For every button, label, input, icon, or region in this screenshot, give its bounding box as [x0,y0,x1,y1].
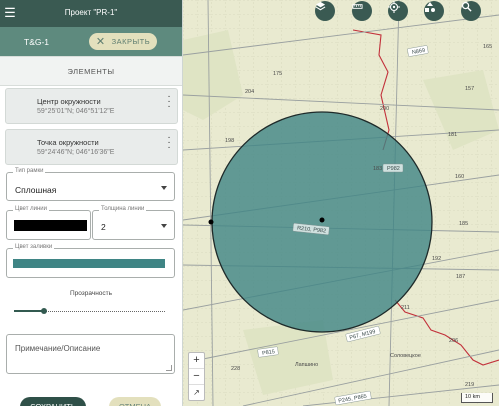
label-183: 183 [373,166,382,172]
map-view[interactable]: N869 P982 R210, P982 P815 P67, M199 P245… [183,0,499,406]
fill-color-label: Цвет заливки [13,244,55,250]
element-card-center[interactable]: Центр окружности 59°25'01"N; 046°51'12"E… [5,88,178,124]
page-title: Проект "PR-1" [64,8,118,17]
section-title: ЭЛЕМЕНТЫ [67,67,115,76]
search-icon[interactable] [461,1,481,21]
close-icon: ✕ [95,35,106,48]
label-165: 165 [483,44,492,50]
zoom-controls: + − ↗ [188,352,205,401]
element-coords: 59°25'01"N; 046°51'12"E [37,108,115,115]
ruler-icon[interactable] [352,1,372,21]
save-button[interactable]: СОХРАНИТЬ [20,397,86,406]
zoom-in-button[interactable]: + [189,353,204,369]
label-solovetskoe: Соловецкое [390,353,421,359]
label-198: 198 [225,138,234,144]
chevron-down-icon [161,186,167,190]
label-228: 228 [231,366,240,372]
top-bar: ☰ Проект "PR-1" [0,0,182,27]
element-name: Центр окружности [37,97,101,106]
notes-textarea[interactable]: Примечание/Описание [6,334,175,374]
map-canvas: N869 P982 R210, P982 P815 P67, M199 P245… [183,0,499,406]
close-button[interactable]: ✕ ЗАКРЫТЬ [89,33,157,50]
frame-type-label: Тип рамки [13,168,46,174]
line-width-label: Толщина линии [99,206,147,212]
label-200: 200 [380,106,389,112]
label-181: 181 [448,132,457,138]
element-card-point[interactable]: Точка окружности 59°24'46"N; 046°16'36"E… [5,129,178,165]
label-192: 192 [432,256,441,262]
label-157: 157 [465,86,474,92]
fill-color-field[interactable]: Цвет заливки [6,244,175,278]
line-color-label: Цвет линии [13,206,49,212]
compass-reset-button[interactable]: ↗ [189,385,204,400]
locate-icon[interactable] [388,1,408,21]
label-185: 185 [459,221,468,227]
circle-edge-marker[interactable] [208,219,214,225]
label-175: 175 [273,71,282,77]
shapes-icon[interactable] [424,1,444,21]
frame-type-select[interactable]: Тип рамки Сплошная [6,168,175,201]
line-width-value: 2 [101,222,106,232]
label-211: 211 [401,305,410,311]
notes-placeholder: Примечание/Описание [15,344,101,353]
transparency-slider-fill [14,310,45,312]
element-coords: 59°24'46"N; 046°16'36"E [37,149,115,156]
close-label: ЗАКРЫТЬ [111,37,151,46]
more-vert-icon[interactable]: · · · [166,92,172,112]
element-name: Точка окружности [37,138,99,147]
zoom-out-button[interactable]: − [189,369,204,385]
line-color-swatch [14,220,87,231]
label-160: 160 [455,174,464,180]
label-206: 206 [449,338,458,344]
layer-name: T&G-1 [24,37,50,47]
layers-icon[interactable] [315,1,335,21]
label-lapshino: Лапшино [295,362,318,368]
line-color-field[interactable]: Цвет линии [6,206,91,240]
label-187: 187 [456,274,465,280]
line-width-select[interactable]: Толщина линии 2 [92,206,175,240]
frame-type-value: Сплошная [15,185,57,195]
resize-handle-icon[interactable] [166,365,172,371]
label-p982: P982 [387,166,400,172]
cancel-button[interactable]: ОТМЕНА [109,397,161,406]
label-219: 219 [465,382,474,388]
scale-bar: 10 km [461,393,493,403]
transparency-label: Прозрачность [69,290,113,297]
layer-bar: T&G-1 ✕ ЗАКРЫТЬ [0,27,182,56]
side-panel: ☰ Проект "PR-1" T&G-1 ✕ ЗАКРЫТЬ ЭЛЕМЕНТЫ… [0,0,183,406]
more-vert-icon[interactable]: · · · [166,133,172,153]
scale-label: 10 km [465,394,480,400]
circle-center-marker[interactable] [319,217,325,223]
label-204: 204 [245,89,254,95]
elements-section-header: ЭЛЕМЕНТЫ [0,56,182,86]
chevron-down-icon [161,224,167,228]
transparency-slider-thumb[interactable] [41,308,48,314]
fill-color-swatch [13,259,165,268]
